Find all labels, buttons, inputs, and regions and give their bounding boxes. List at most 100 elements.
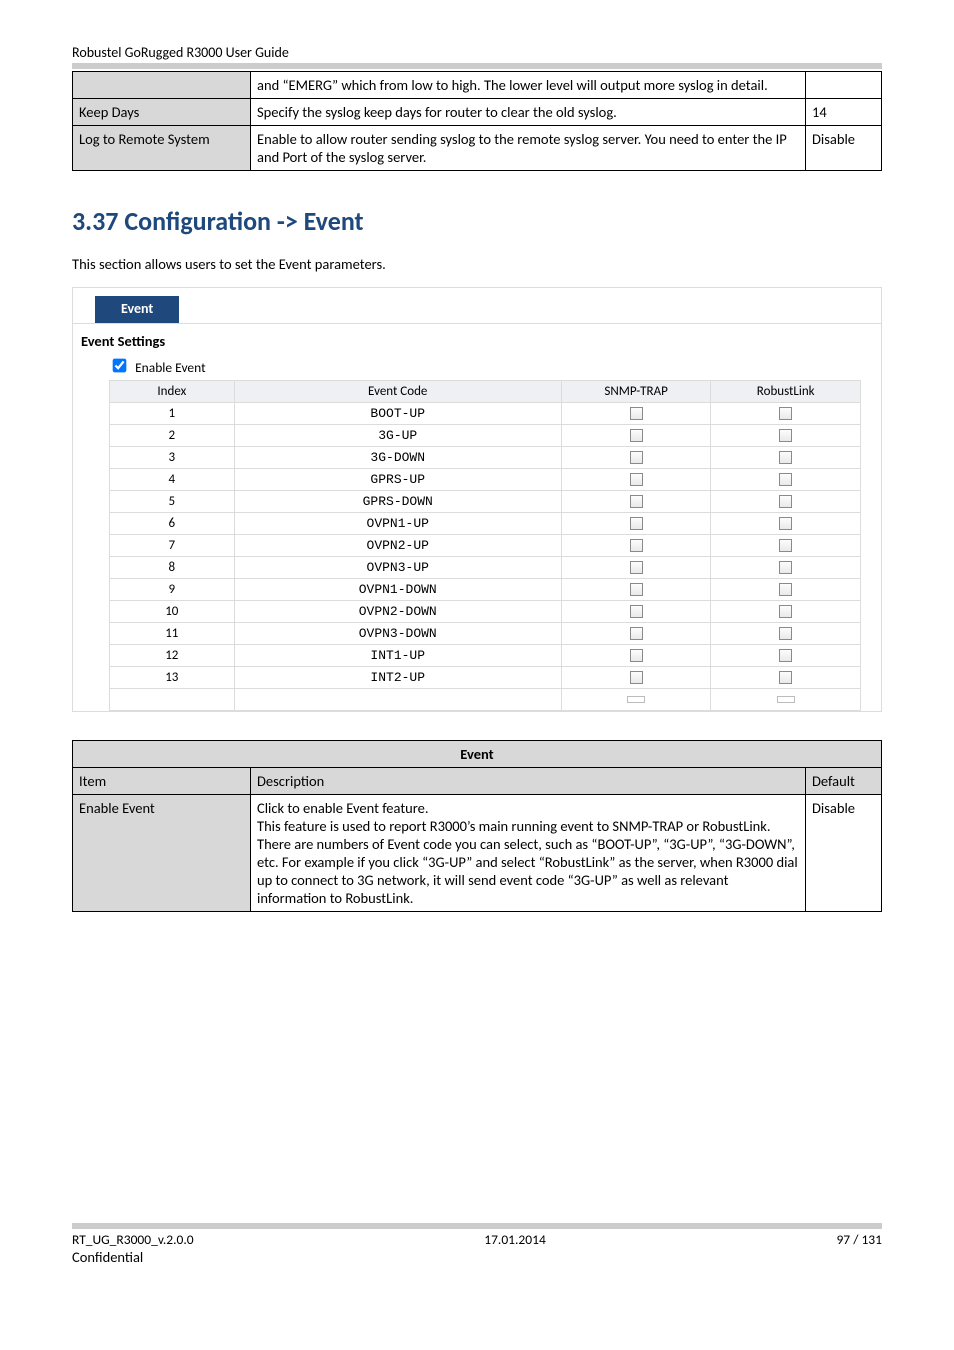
- checkbox-icon: [627, 696, 645, 703]
- event-code: OVPN1-DOWN: [234, 579, 561, 601]
- snmp-trap-checkbox[interactable]: [630, 495, 643, 508]
- syslog-spec-table: and “EMERG” which from low to high. The …: [72, 71, 882, 171]
- table-row: 6OVPN1-UP: [110, 513, 861, 535]
- robustlink-checkbox[interactable]: [779, 451, 792, 464]
- event-code: 3G-UP: [234, 425, 561, 447]
- table-row: 1BOOT-UP: [110, 403, 861, 425]
- event-index: 2: [110, 425, 235, 447]
- spec-label: Keep Days: [73, 99, 251, 126]
- event-settings-heading: Event Settings: [73, 330, 881, 354]
- snmp-trap-checkbox[interactable]: [630, 539, 643, 552]
- table-row: 7OVPN2-UP: [110, 535, 861, 557]
- robustlink-checkbox[interactable]: [779, 495, 792, 508]
- footer-left: RT_UG_R3000_v.2.0.0: [72, 1231, 194, 1248]
- spec-desc: Specify the syslog keep days for router …: [251, 99, 806, 126]
- event-code: INT1-UP: [234, 645, 561, 667]
- table-row: 8OVPN3-UP: [110, 557, 861, 579]
- robustlink-checkbox[interactable]: [779, 583, 792, 596]
- event-desc-table: Event Item Description Default Enable Ev…: [72, 740, 882, 912]
- table-row: 5GPRS-DOWN: [110, 491, 861, 513]
- event-index: 4: [110, 469, 235, 491]
- table-row: 11OVPN3-DOWN: [110, 623, 861, 645]
- col-desc: Description: [251, 768, 806, 795]
- table-row: 10OVPN2-DOWN: [110, 601, 861, 623]
- event-index: 13: [110, 667, 235, 689]
- spec-desc: and “EMERG” which from low to high. The …: [251, 72, 806, 99]
- robustlink-checkbox[interactable]: [779, 539, 792, 552]
- snmp-trap-checkbox[interactable]: [630, 429, 643, 442]
- col-item: Item: [73, 768, 251, 795]
- event-index: 12: [110, 645, 235, 667]
- section-lead: This section allows users to set the Eve…: [72, 255, 882, 273]
- snmp-trap-checkbox[interactable]: [630, 451, 643, 464]
- section-heading: 3.37 Configuration -> Event: [72, 205, 882, 237]
- spec-default: Disable: [806, 126, 882, 171]
- col-def: Default: [806, 768, 882, 795]
- event-code: OVPN2-UP: [234, 535, 561, 557]
- event-index: 6: [110, 513, 235, 535]
- table-row: 9OVPN1-DOWN: [110, 579, 861, 601]
- event-code: OVPN3-DOWN: [234, 623, 561, 645]
- event-code: BOOT-UP: [234, 403, 561, 425]
- spec-default: [806, 72, 882, 99]
- footer-right: 97 / 131: [836, 1231, 882, 1248]
- robustlink-checkbox[interactable]: [779, 561, 792, 574]
- table-row: [110, 689, 861, 711]
- snmp-trap-checkbox[interactable]: [630, 407, 643, 420]
- event-index: 3: [110, 447, 235, 469]
- robustlink-checkbox[interactable]: [779, 429, 792, 442]
- robustlink-checkbox[interactable]: [779, 605, 792, 618]
- table-row: 23G-UP: [110, 425, 861, 447]
- snmp-trap-checkbox[interactable]: [630, 649, 643, 662]
- snmp-trap-checkbox[interactable]: [630, 583, 643, 596]
- snmp-trap-checkbox[interactable]: [630, 605, 643, 618]
- snmp-trap-checkbox[interactable]: [630, 627, 643, 640]
- spec-desc: Enable to allow router sending syslog to…: [251, 126, 806, 171]
- event-panel: Event Event Settings Enable Event Index …: [72, 287, 882, 712]
- event-index: 7: [110, 535, 235, 557]
- event-tab[interactable]: Event: [95, 296, 179, 323]
- robustlink-checkbox[interactable]: [779, 649, 792, 662]
- running-header: Robustel GoRugged R3000 User Guide: [72, 44, 882, 61]
- robustlink-checkbox[interactable]: [779, 627, 792, 640]
- col-robust: RobustLink: [711, 381, 861, 403]
- event-codes-table: Index Event Code SNMP-TRAP RobustLink 1B…: [109, 380, 861, 711]
- snmp-trap-checkbox[interactable]: [630, 561, 643, 574]
- snmp-trap-checkbox[interactable]: [630, 473, 643, 486]
- event-index: 11: [110, 623, 235, 645]
- col-index: Index: [110, 381, 235, 403]
- event-index: 10: [110, 601, 235, 623]
- table-row: Keep Days Specify the syslog keep days f…: [73, 99, 882, 126]
- table-row: 4GPRS-UP: [110, 469, 861, 491]
- col-code: Event Code: [234, 381, 561, 403]
- event-default: Disable: [806, 795, 882, 912]
- table-row: and “EMERG” which from low to high. The …: [73, 72, 882, 99]
- footer-confidential: Confidential: [72, 1248, 882, 1266]
- event-desc: Click to enable Event feature. This feat…: [251, 795, 806, 912]
- robustlink-checkbox[interactable]: [779, 473, 792, 486]
- table-row: Log to Remote System Enable to allow rou…: [73, 126, 882, 171]
- event-index: 1: [110, 403, 235, 425]
- snmp-trap-checkbox[interactable]: [630, 517, 643, 530]
- spec-label: Log to Remote System: [73, 126, 251, 171]
- footer-center: 17.01.2014: [484, 1231, 546, 1248]
- table-row: 13INT2-UP: [110, 667, 861, 689]
- event-index: 9: [110, 579, 235, 601]
- robustlink-checkbox[interactable]: [779, 407, 792, 420]
- event-index: 5: [110, 491, 235, 513]
- page-footer: RT_UG_R3000_v.2.0.0 17.01.2014 97 / 131 …: [72, 1223, 882, 1266]
- event-code: INT2-UP: [234, 667, 561, 689]
- robustlink-checkbox[interactable]: [779, 517, 792, 530]
- snmp-trap-checkbox[interactable]: [630, 671, 643, 684]
- checkbox-icon: [777, 696, 795, 703]
- enable-event-label: Enable Event: [135, 359, 206, 376]
- event-code: OVPN3-UP: [234, 557, 561, 579]
- header-rule: [72, 63, 882, 69]
- table-row: Enable Event Click to enable Event featu…: [73, 795, 882, 912]
- enable-event-checkbox[interactable]: [113, 359, 127, 373]
- event-code: 3G-DOWN: [234, 447, 561, 469]
- event-code: GPRS-UP: [234, 469, 561, 491]
- event-code: OVPN2-DOWN: [234, 601, 561, 623]
- table-row: 33G-DOWN: [110, 447, 861, 469]
- robustlink-checkbox[interactable]: [779, 671, 792, 684]
